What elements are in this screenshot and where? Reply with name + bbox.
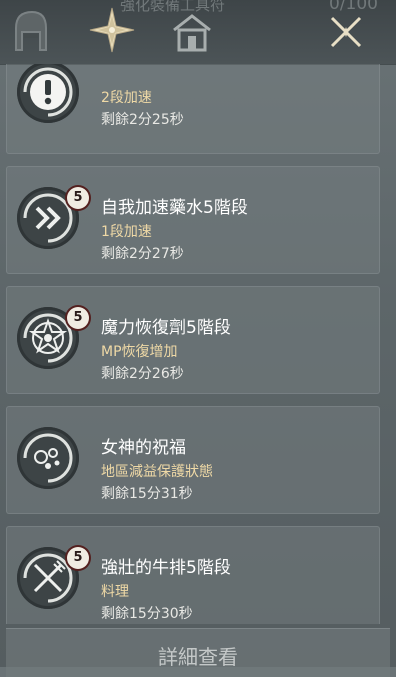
- buff-card[interactable]: 2段加速 剩餘2分25秒: [6, 64, 380, 154]
- buff-effect: 地區減益保護狀態: [101, 464, 213, 480]
- buff-remaining: 剩餘2分27秒: [101, 246, 184, 262]
- buff-remaining: 剩餘2分26秒: [101, 366, 184, 382]
- buff-effect: 1段加速: [101, 224, 152, 240]
- house-icon: [173, 14, 211, 52]
- buff-name: 魔力恢復劑5階段: [101, 318, 231, 338]
- close-icon: [330, 16, 362, 48]
- helmet-icon: [15, 10, 47, 51]
- buff-remaining: 剩餘2分25秒: [101, 112, 184, 128]
- buff-name: 強壯的牛排5階段: [101, 558, 231, 578]
- details-label: 詳細查看: [158, 645, 238, 669]
- tab-house[interactable]: [168, 6, 216, 54]
- exclamation-icon: [17, 64, 79, 123]
- stage-badge: 5: [67, 187, 89, 209]
- buff-effect: 2段加速: [101, 90, 152, 106]
- buff-name: 女神的祝福: [101, 438, 186, 458]
- buff-effect: 料理: [101, 584, 129, 600]
- buff-card[interactable]: 5 強壯的牛排5階段 料理 剩餘15分30秒: [6, 526, 380, 624]
- bubbles-icon: [17, 427, 79, 489]
- stage-badge: 5: [67, 307, 89, 329]
- buff-name: 自我加速藥水5階段: [101, 198, 248, 218]
- tab-helmet[interactable]: [6, 6, 54, 54]
- details-button[interactable]: 詳細查看: [6, 628, 390, 677]
- compass-star-icon: [89, 7, 135, 53]
- top-bar: 強化裝備工具符 0/100: [0, 0, 396, 64]
- buff-list[interactable]: 2段加速 剩餘2分25秒 5 自我加速藥水5階段 1段加速 剩餘2分27秒 5 …: [0, 64, 396, 624]
- stage-badge: 5: [67, 547, 89, 569]
- close-button[interactable]: [326, 12, 366, 52]
- buff-remaining: 剩餘15分30秒: [101, 606, 193, 622]
- buff-card[interactable]: 5 自我加速藥水5階段 1段加速 剩餘2分27秒: [6, 166, 380, 274]
- buff-remaining: 剩餘15分31秒: [101, 486, 193, 502]
- buff-card[interactable]: 女神的祝福 地區減益保護狀態 剩餘15分31秒: [6, 406, 380, 514]
- buff-card[interactable]: 5 魔力恢復劑5階段 MP恢復增加 剩餘2分26秒: [6, 286, 380, 394]
- buff-effect: MP恢復增加: [101, 344, 178, 360]
- tab-buffs[interactable]: [88, 6, 136, 54]
